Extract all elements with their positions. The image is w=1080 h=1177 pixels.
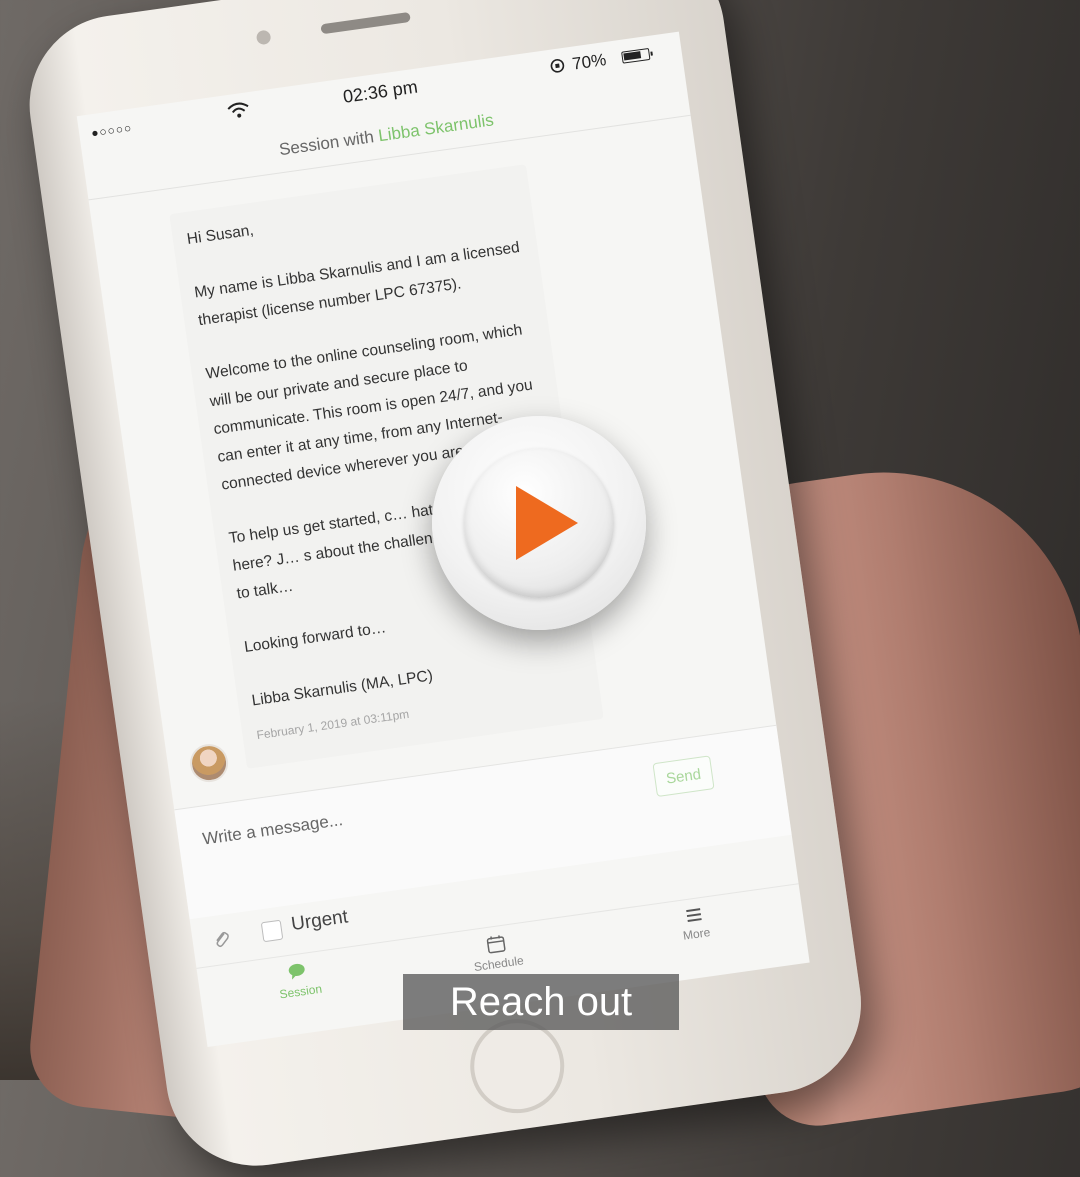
menu-icon <box>684 906 704 924</box>
message-input[interactable] <box>199 770 622 851</box>
tab-session[interactable]: Session <box>237 954 361 1006</box>
paperclip-icon[interactable] <box>212 929 232 949</box>
tab-more[interactable]: More <box>633 899 757 949</box>
tab-schedule-label: Schedule <box>473 953 525 974</box>
header-prefix: Session with <box>278 127 375 159</box>
play-button[interactable] <box>432 416 646 630</box>
play-icon <box>516 486 578 560</box>
play-button-face <box>464 448 614 598</box>
chat-icon <box>287 961 309 982</box>
urgent-label: Urgent <box>290 906 350 936</box>
tab-more-label: More <box>682 925 711 943</box>
rotation-lock-icon <box>548 57 566 75</box>
front-camera <box>256 30 272 46</box>
send-button[interactable]: Send <box>652 755 714 797</box>
earpiece-speaker <box>320 12 411 34</box>
therapist-name-link[interactable]: Libba Skarnulis <box>377 110 495 145</box>
urgent-checkbox[interactable] <box>261 920 284 943</box>
tab-schedule[interactable]: Schedule <box>435 927 559 979</box>
tab-session-label: Session <box>279 982 323 1002</box>
calendar-icon <box>486 934 506 954</box>
therapist-avatar <box>188 742 231 785</box>
urgent-row: Urgent <box>211 925 215 955</box>
message-paragraph: My name is Libba Skarnulis and I am a li… <box>193 233 530 335</box>
video-caption: Reach out <box>403 974 679 1030</box>
